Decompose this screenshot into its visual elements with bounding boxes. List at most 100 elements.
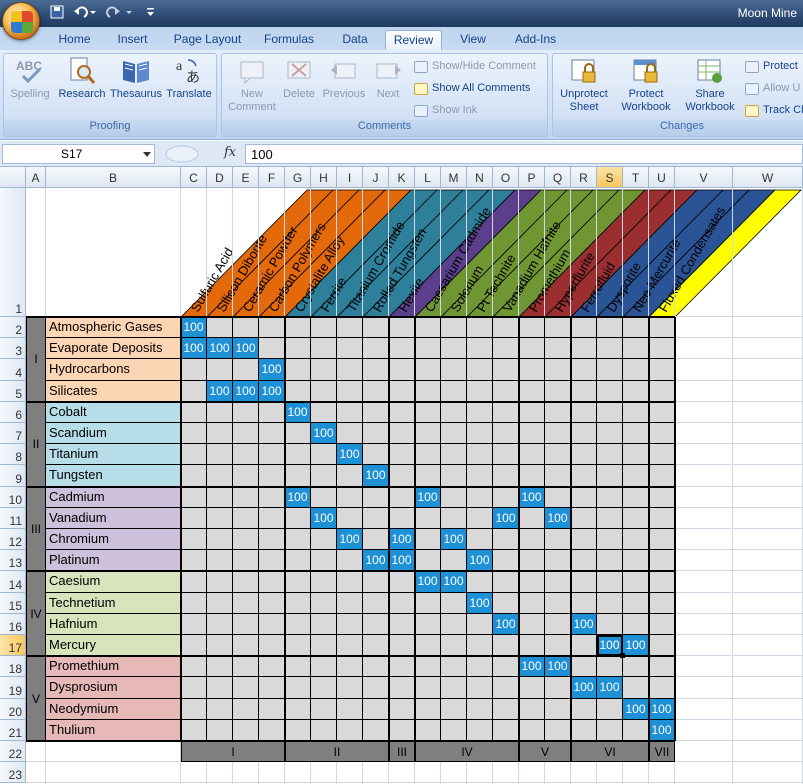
recipe-cell[interactable] xyxy=(597,698,623,720)
recipe-cell[interactable] xyxy=(259,719,285,741)
recipe-cell[interactable] xyxy=(519,444,545,466)
redo-icon[interactable] xyxy=(104,5,134,21)
recipe-cell[interactable] xyxy=(259,444,285,466)
recipe-cell[interactable] xyxy=(493,677,519,699)
row-header-10[interactable]: 10 xyxy=(0,486,26,508)
recipe-cell[interactable] xyxy=(597,592,623,614)
column-header-g[interactable]: G xyxy=(285,167,311,188)
recipe-cell[interactable] xyxy=(415,507,441,529)
recipe-cell[interactable] xyxy=(519,380,545,402)
column-header-v[interactable]: V xyxy=(675,167,733,188)
recipe-cell[interactable] xyxy=(233,571,259,593)
recipe-cell[interactable] xyxy=(285,380,311,402)
recipe-cell[interactable] xyxy=(207,698,233,720)
recipe-cell-filled[interactable]: 100 xyxy=(493,507,519,529)
recipe-cell[interactable] xyxy=(649,401,675,423)
recipe-cell[interactable] xyxy=(493,401,519,423)
recipe-cell[interactable] xyxy=(389,677,415,699)
recipe-cell-filled[interactable]: 100 xyxy=(415,571,441,593)
recipe-cell-filled[interactable]: 100 xyxy=(389,550,415,572)
recipe-cell[interactable] xyxy=(207,550,233,572)
recipe-cell[interactable] xyxy=(623,719,649,741)
recipe-cell-filled[interactable]: 100 xyxy=(233,338,259,360)
recipe-cell-filled[interactable]: 100 xyxy=(519,656,545,678)
recipe-cell[interactable] xyxy=(467,507,493,529)
recipe-cell[interactable] xyxy=(597,550,623,572)
recipe-cell-filled[interactable]: 100 xyxy=(311,507,337,529)
recipe-cell[interactable] xyxy=(467,423,493,445)
recipe-cell[interactable] xyxy=(597,465,623,487)
recipe-cell[interactable] xyxy=(545,550,571,572)
recipe-cell[interactable] xyxy=(649,592,675,614)
recipe-cell[interactable] xyxy=(389,613,415,635)
recipe-cell[interactable] xyxy=(519,592,545,614)
recipe-cell[interactable] xyxy=(649,486,675,508)
recipe-cell[interactable] xyxy=(441,444,467,466)
recipe-cell[interactable] xyxy=(623,444,649,466)
recipe-cell[interactable] xyxy=(519,529,545,551)
recipe-cell[interactable] xyxy=(441,465,467,487)
recipe-cell[interactable] xyxy=(389,423,415,445)
recipe-cell[interactable] xyxy=(233,444,259,466)
recipe-cell[interactable] xyxy=(233,317,259,339)
recipe-cell[interactable] xyxy=(649,677,675,699)
recipe-cell[interactable] xyxy=(181,698,207,720)
recipe-cell[interactable] xyxy=(207,677,233,699)
recipe-cell[interactable] xyxy=(597,401,623,423)
translate-button[interactable]: aあ Translate xyxy=(164,56,214,101)
recipe-cell[interactable] xyxy=(415,613,441,635)
column-header-n[interactable]: N xyxy=(467,167,493,188)
recipe-cell[interactable] xyxy=(233,423,259,445)
column-header-r[interactable]: R xyxy=(571,167,597,188)
thesaurus-button[interactable]: Thesaurus xyxy=(108,56,164,101)
recipe-cell[interactable] xyxy=(389,571,415,593)
column-header-f[interactable]: F xyxy=(259,167,285,188)
recipe-cell-filled[interactable]: 100 xyxy=(181,317,207,339)
recipe-cell[interactable] xyxy=(415,529,441,551)
protect-workbook-button[interactable]: Protect Workbook xyxy=(615,56,677,114)
recipe-cell-filled[interactable]: 100 xyxy=(571,677,597,699)
recipe-cell[interactable] xyxy=(363,486,389,508)
recipe-cell[interactable] xyxy=(467,635,493,657)
show-all-comments-button[interactable]: Show All Comments xyxy=(414,82,530,95)
recipe-cell[interactable] xyxy=(337,486,363,508)
column-header-c[interactable]: C xyxy=(181,167,207,188)
insert-function-icon[interactable]: fx xyxy=(224,145,236,160)
recipe-cell[interactable] xyxy=(649,380,675,402)
recipe-cell[interactable] xyxy=(337,465,363,487)
next-comment-button[interactable]: Next xyxy=(368,56,408,101)
recipe-cell[interactable] xyxy=(571,359,597,381)
recipe-cell[interactable] xyxy=(623,486,649,508)
recipe-cell[interactable] xyxy=(389,592,415,614)
recipe-cell[interactable] xyxy=(441,338,467,360)
delete-comment-button[interactable]: Delete xyxy=(278,56,320,101)
show-ink-button[interactable]: Show Ink xyxy=(414,104,477,117)
recipe-cell[interactable] xyxy=(259,592,285,614)
recipe-cell[interactable] xyxy=(545,571,571,593)
new-comment-button[interactable]: New Comment xyxy=(226,56,278,114)
recipe-cell[interactable] xyxy=(597,529,623,551)
recipe-cell[interactable] xyxy=(623,656,649,678)
recipe-cell[interactable] xyxy=(441,486,467,508)
recipe-cell-filled[interactable]: 100 xyxy=(649,719,675,741)
recipe-cell[interactable] xyxy=(415,677,441,699)
recipe-cell[interactable] xyxy=(545,380,571,402)
recipe-cell[interactable] xyxy=(441,550,467,572)
recipe-cell[interactable] xyxy=(285,656,311,678)
recipe-cell[interactable] xyxy=(649,656,675,678)
recipe-cell[interactable] xyxy=(337,401,363,423)
row-header-1[interactable]: 1 xyxy=(0,188,26,317)
recipe-cell[interactable] xyxy=(311,635,337,657)
recipe-cell[interactable] xyxy=(311,698,337,720)
recipe-cell[interactable] xyxy=(467,338,493,360)
recipe-cell[interactable] xyxy=(181,719,207,741)
recipe-cell[interactable] xyxy=(207,613,233,635)
recipe-cell[interactable] xyxy=(285,465,311,487)
recipe-cell[interactable] xyxy=(467,698,493,720)
row-header-19[interactable]: 19 xyxy=(0,677,26,699)
recipe-cell[interactable] xyxy=(545,698,571,720)
row-header-16[interactable]: 16 xyxy=(0,613,26,635)
recipe-cell[interactable] xyxy=(519,359,545,381)
recipe-cell[interactable] xyxy=(389,401,415,423)
recipe-cell[interactable] xyxy=(467,486,493,508)
